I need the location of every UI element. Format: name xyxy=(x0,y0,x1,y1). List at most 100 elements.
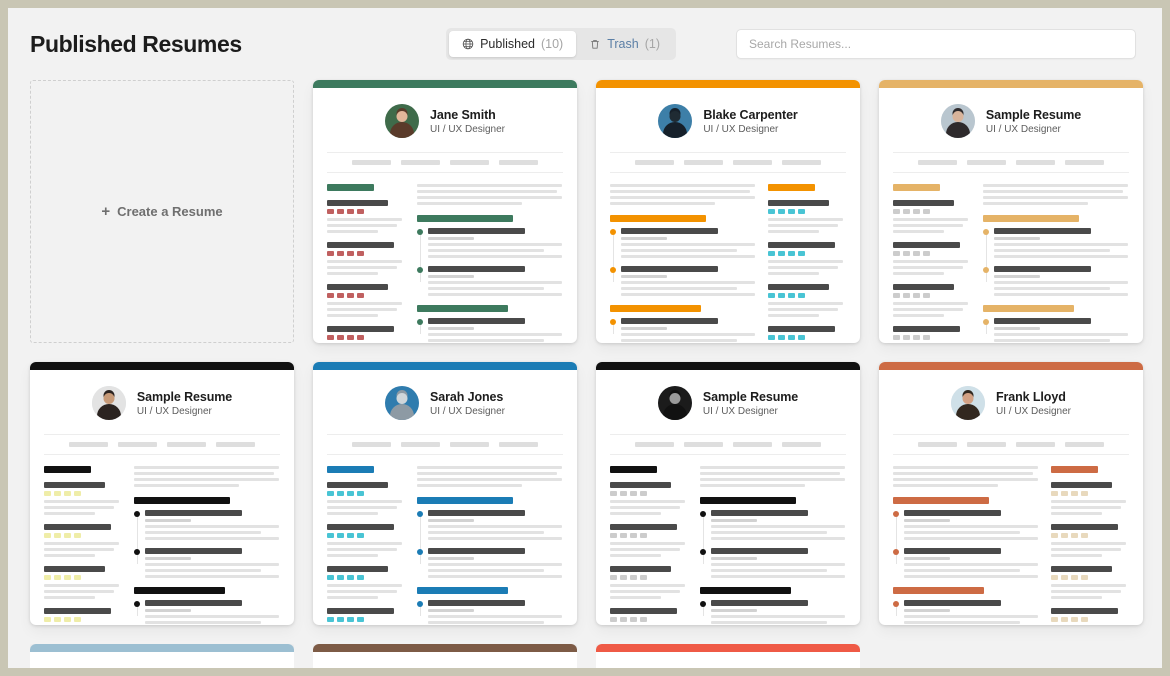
skeleton-line xyxy=(327,242,395,248)
skeleton-line xyxy=(893,472,1034,475)
rating-dot xyxy=(1071,575,1078,580)
search-input[interactable] xyxy=(736,29,1136,59)
rating-dot xyxy=(620,575,627,580)
resume-card[interactable] xyxy=(313,644,577,668)
resume-role: UI / UX Designer xyxy=(995,405,1072,417)
sidebar-section xyxy=(327,608,405,625)
resume-card[interactable]: Frank Lloyd UI / UX Designer xyxy=(879,362,1143,625)
sidebar-section xyxy=(768,242,846,275)
rating-dot xyxy=(768,209,775,214)
timeline-item xyxy=(134,510,280,540)
timeline-item xyxy=(610,318,756,343)
rating-dots xyxy=(610,533,688,538)
skeleton-line xyxy=(44,542,119,545)
experience-timeline xyxy=(893,600,1039,625)
sidebar-section xyxy=(44,466,122,473)
section-heading xyxy=(417,305,508,312)
resume-sidebar-column xyxy=(327,466,405,622)
resume-role: UI / UX Designer xyxy=(429,405,506,417)
skeleton-line xyxy=(904,621,1021,624)
nav-pill xyxy=(918,442,957,447)
skeleton-line xyxy=(893,218,968,221)
accent-bar xyxy=(596,362,860,370)
skeleton-line xyxy=(768,224,839,227)
skeleton-line xyxy=(327,566,388,572)
skeleton-line xyxy=(428,600,526,606)
skeleton-line xyxy=(904,609,950,612)
rating-dots xyxy=(1051,617,1129,622)
skeleton-line xyxy=(994,287,1111,290)
resume-card[interactable]: Jane Smith UI / UX Designer xyxy=(313,80,577,343)
resume-card[interactable]: Sample Resume UI / UX Designer xyxy=(879,80,1143,343)
skeleton-line xyxy=(610,190,751,193)
skeleton-line xyxy=(621,333,755,336)
skeleton-line xyxy=(904,563,1038,566)
sidebar-section xyxy=(44,608,122,625)
create-resume-button[interactable]: + Create a Resume xyxy=(30,80,294,343)
skeleton-line xyxy=(327,308,398,311)
skeleton-line xyxy=(428,287,545,290)
rating-dot xyxy=(798,335,805,340)
skeleton-line xyxy=(417,184,562,187)
rating-dot xyxy=(327,533,334,538)
resume-card[interactable]: Sarah Jones UI / UX Designer xyxy=(313,362,577,625)
skeleton-line xyxy=(327,218,402,221)
skeleton-line xyxy=(893,224,964,227)
skeleton-line xyxy=(994,318,1092,324)
timeline-item xyxy=(893,600,1039,625)
skeleton-line xyxy=(44,506,115,509)
skeleton-line xyxy=(428,266,526,272)
skeleton-line xyxy=(711,537,845,540)
sidebar-section xyxy=(327,242,405,275)
skeleton-line xyxy=(983,196,1128,199)
nav-pill xyxy=(967,442,1006,447)
skeleton-line xyxy=(904,600,1002,606)
skeleton-line xyxy=(994,333,1128,336)
accent-bar xyxy=(30,644,294,652)
accent-bar xyxy=(313,644,577,652)
name-block: Sample Resume UI / UX Designer xyxy=(703,390,798,417)
resume-main-column xyxy=(983,184,1129,342)
tab-published-count: (10) xyxy=(540,37,564,51)
resume-grid-row-2: Sample Resume UI / UX Designer Sarah Jone… xyxy=(8,362,1162,625)
skeleton-line xyxy=(610,524,678,530)
accent-bar xyxy=(30,362,294,370)
resume-cell: Sample Resume UI / UX Designer xyxy=(596,362,860,625)
rating-dot xyxy=(54,617,61,622)
resume-card[interactable] xyxy=(30,644,294,668)
rating-dot xyxy=(337,335,344,340)
timeline-item xyxy=(417,510,563,540)
section-heading xyxy=(610,466,657,473)
accent-bar xyxy=(313,80,577,88)
rating-dot xyxy=(1061,575,1068,580)
nav-pill xyxy=(782,442,821,447)
name-block: Sample Resume UI / UX Designer xyxy=(137,390,232,417)
sidebar-section xyxy=(327,184,405,191)
skeleton-line xyxy=(904,548,1002,554)
skeleton-line xyxy=(700,484,806,487)
experience-timeline xyxy=(134,510,280,578)
rating-dots xyxy=(610,491,688,496)
section-heading xyxy=(134,587,225,594)
skeleton-line xyxy=(327,524,395,530)
resume-identity: Sample Resume UI / UX Designer xyxy=(893,104,1129,138)
tab-published[interactable]: Published (10) xyxy=(449,31,577,57)
rating-dots xyxy=(768,335,846,340)
skeleton-line xyxy=(768,302,843,305)
resume-identity: Jane Smith UI / UX Designer xyxy=(327,104,563,138)
skeleton-line xyxy=(44,566,105,572)
resume-card[interactable] xyxy=(596,644,860,668)
rating-dot xyxy=(1051,491,1058,496)
tab-trash[interactable]: Trash (1) xyxy=(576,31,673,57)
resume-card[interactable]: Blake Carpenter UI / UX Designer xyxy=(596,80,860,343)
resume-card[interactable]: Sample Resume UI / UX Designer xyxy=(596,362,860,625)
rating-dot xyxy=(347,209,354,214)
skeleton-line xyxy=(711,557,757,560)
resume-cell: Blake Carpenter UI / UX Designer xyxy=(596,80,860,343)
section-heading xyxy=(417,497,514,504)
rating-dot xyxy=(357,617,364,622)
resume-name: Sarah Jones xyxy=(429,389,504,404)
resume-card[interactable]: Sample Resume UI / UX Designer xyxy=(30,362,294,625)
nav-pill xyxy=(450,160,489,165)
skeleton-line xyxy=(610,584,685,587)
